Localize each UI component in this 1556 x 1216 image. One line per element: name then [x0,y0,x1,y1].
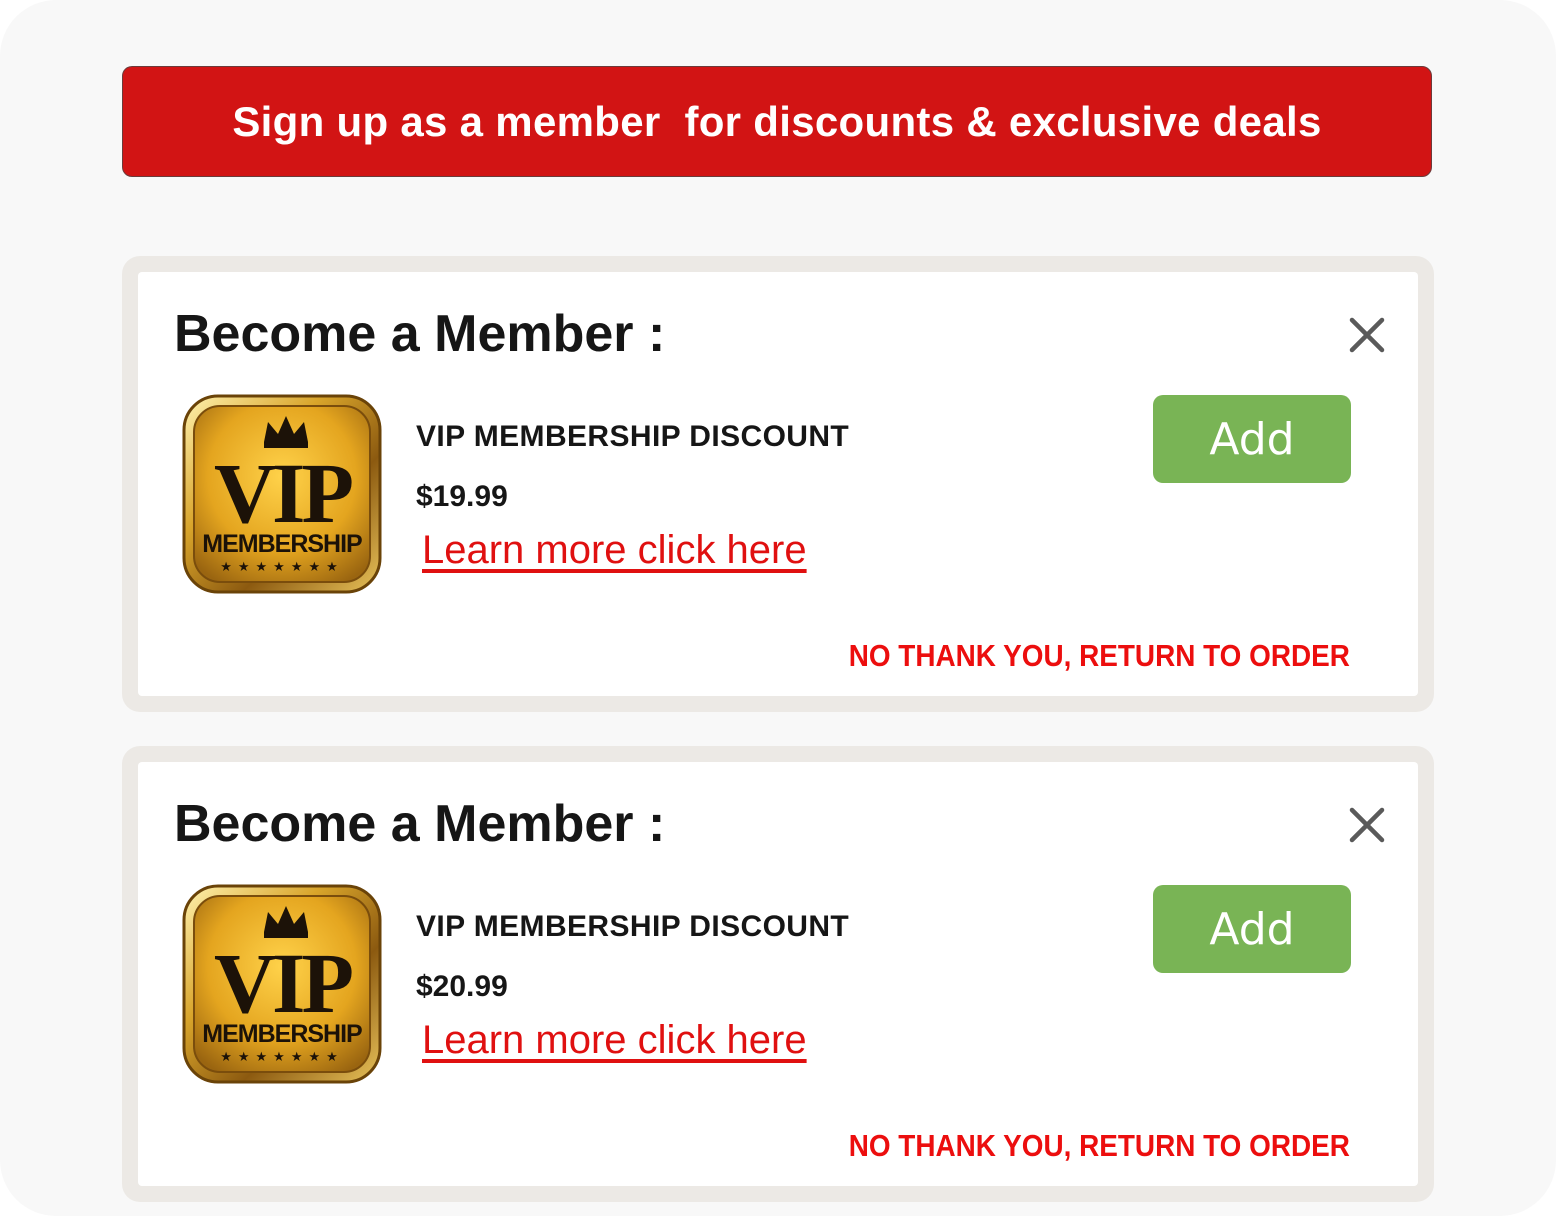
membership-logo-text: MEMBERSHIP [202,1020,362,1048]
vip-membership-badge-icon: VIP MEMBERSHIP ★★★★★★★ [182,394,382,594]
decline-link[interactable]: NO THANK YOU, RETURN TO ORDER [849,1128,1350,1164]
member-signup-banner[interactable]: Sign up as a member for discounts & excl… [122,66,1432,177]
close-icon[interactable] [1346,314,1388,356]
add-button[interactable]: Add [1153,395,1351,483]
page: Sign up as a member for discounts & excl… [0,0,1556,1216]
close-icon[interactable] [1346,804,1388,846]
stars-row: ★★★★★★★ [220,559,344,574]
offer-card-body: Become a Member : VIP MEMBERSHIP ★★★★★★★… [138,272,1418,696]
decline-link[interactable]: NO THANK YOU, RETURN TO ORDER [849,638,1350,674]
learn-more-link[interactable]: Learn more click here [422,528,807,573]
offer-card-body: Become a Member : VIP MEMBERSHIP ★★★★★★★… [138,762,1418,1186]
vip-membership-badge-icon: VIP MEMBERSHIP ★★★★★★★ [182,884,382,1084]
price: $19.99 [416,480,508,513]
card-title: Become a Member : [174,795,666,853]
add-button[interactable]: Add [1153,885,1351,973]
price: $20.99 [416,970,508,1003]
product-name: VIP MEMBERSHIP DISCOUNT [416,420,850,453]
banner-text: Sign up as a member for discounts & excl… [232,97,1322,145]
offer-card: Become a Member : VIP MEMBERSHIP ★★★★★★★… [122,746,1434,1202]
card-title: Become a Member : [174,305,666,363]
stars-row: ★★★★★★★ [220,1049,344,1064]
vip-logo-text: VIP [214,445,353,541]
membership-logo-text: MEMBERSHIP [202,530,362,558]
offer-card: Become a Member : VIP MEMBERSHIP ★★★★★★★… [122,256,1434,712]
vip-logo-text: VIP [214,935,353,1031]
product-name: VIP MEMBERSHIP DISCOUNT [416,910,850,943]
learn-more-link[interactable]: Learn more click here [422,1018,807,1063]
